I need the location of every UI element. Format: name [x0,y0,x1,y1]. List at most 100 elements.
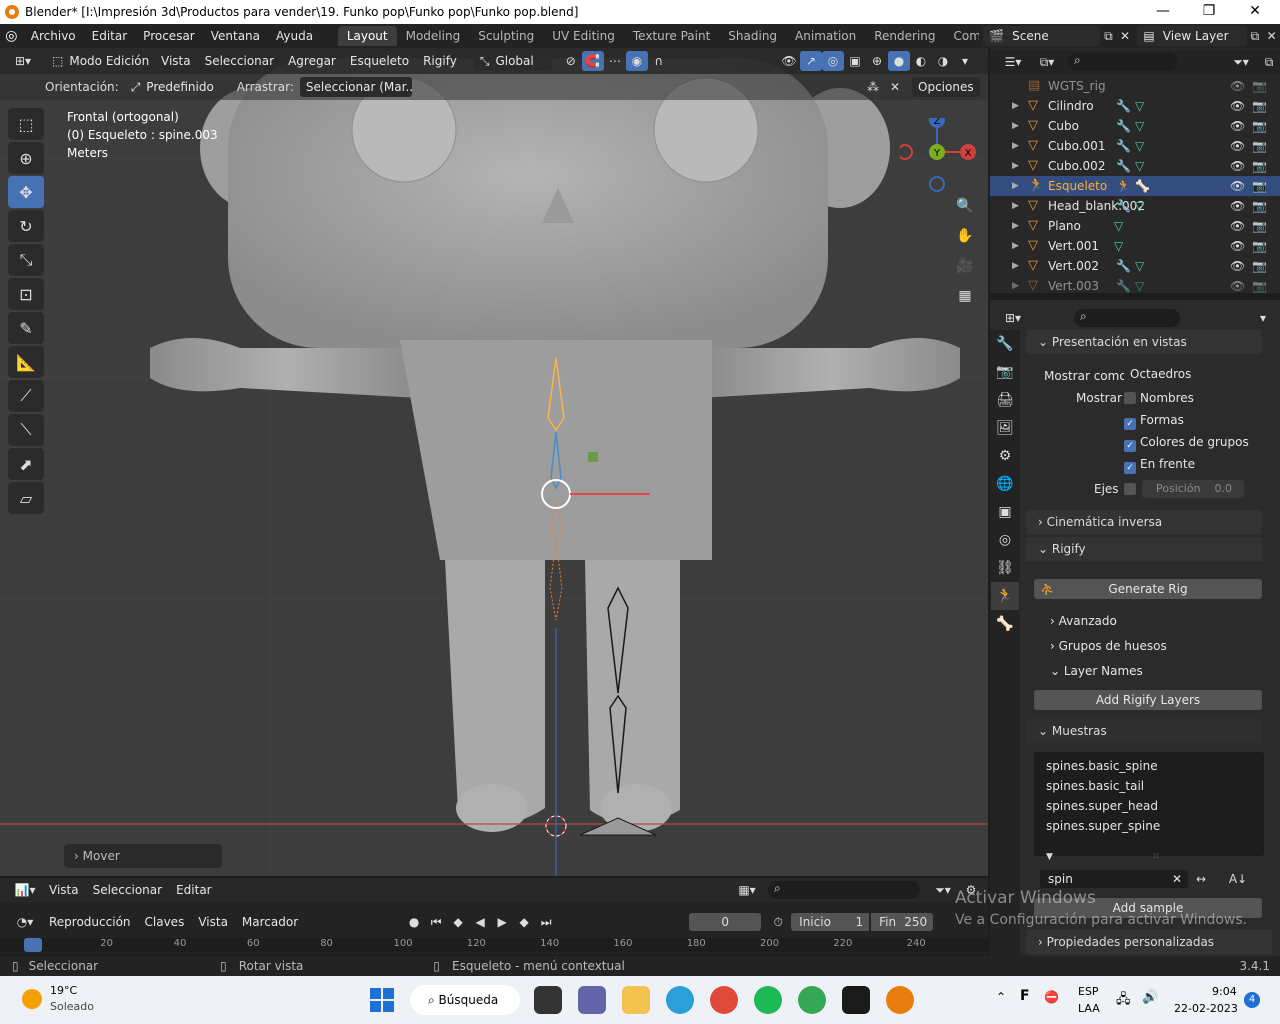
last-operator-panel[interactable]: › Mover [64,844,222,868]
timeline-view-menu[interactable]: Vista [191,915,235,929]
weather-temp[interactable]: 19°C [50,984,77,997]
object-data-icon[interactable]: ▽ [1135,99,1144,113]
sample-item[interactable]: spines.super_head [1034,796,1264,816]
options-dropdown[interactable]: Opciones [912,77,980,97]
tab-rendering[interactable]: Rendering [865,26,944,46]
menu-rigify[interactable]: Rigify [416,54,464,68]
render-camera-icon[interactable]: 📷 [1252,99,1267,113]
play-icon[interactable]: ▶ [491,912,513,932]
editor-type-icon[interactable]: ⊞▾ [6,51,40,71]
outliner-item[interactable]: ▶ ▽ Cubo 🔧 ▽ 👁 📷 [990,116,1280,136]
object-data-icon[interactable]: ▽ [1114,239,1123,253]
material-shading-icon[interactable]: ◐ [910,51,932,71]
expand-arrow-icon[interactable]: ▶ [1012,121,1028,131]
object-data-icon[interactable]: ▽ [1135,139,1144,153]
playhead[interactable] [24,938,42,952]
timeline-menu-editar[interactable]: Editar [169,883,219,897]
outliner-item[interactable]: ▶ ▽ Cilindro 🔧 ▽ 👁 📷 [990,96,1280,116]
object-data-icon[interactable]: 🦴 [1135,179,1150,193]
list-expand-icon[interactable]: ▼ [1046,852,1053,862]
pivot-point-icon[interactable]: ⊘ [560,51,582,71]
render-camera-icon[interactable]: 📷 [1252,279,1267,293]
jump-start-icon[interactable]: ⏮ [425,912,447,932]
move-region-icon[interactable]: ⁂ [862,77,884,97]
tray-chevron-icon[interactable]: ⌃ [996,990,1006,1004]
expand-arrow-icon[interactable]: ▶ [1012,181,1028,191]
custom-props-header[interactable]: › Propiedades personalizadas [1026,930,1272,954]
object-data-icon[interactable]: ▽ [1135,159,1144,173]
view-layer-tab-icon[interactable]: 🖼 [991,414,1019,442]
tool-tab-icon[interactable]: 🔧 [991,330,1019,358]
menu-esqueleto[interactable]: Esqueleto [343,54,416,68]
group-colors-checkbox[interactable]: ✓ Colores de grupos [1124,433,1249,452]
tab-modeling[interactable]: Modeling [397,26,470,46]
frame-ruler[interactable]: 020406080100120140160180200220240 [0,938,988,952]
wireframe-shading-icon[interactable]: ⊕ [866,51,888,71]
language-bottom[interactable]: LAA [1078,1002,1100,1015]
render-camera-icon[interactable]: 📷 [1252,159,1267,173]
render-camera-icon[interactable]: 📷 [1252,179,1267,193]
marker-menu[interactable]: Marcador [235,915,305,929]
timeline-editor-icon[interactable]: ◔▾ [8,912,42,932]
timeline-filter-icon[interactable]: ⏷▾ [926,880,960,900]
add-sample-button[interactable]: Add sample [1034,898,1262,918]
outliner-item[interactable]: ▶ ▽ Vert.003 🔧 ▽ 👁 📷 [990,276,1280,296]
new-scene-icon[interactable]: ⧉ [1100,26,1117,46]
object-data-icon[interactable]: ▽ [1114,219,1123,233]
solid-shading-icon[interactable]: ● [888,51,910,71]
visibility-icon[interactable]: 👁 [778,51,800,71]
snap-target-icon[interactable]: ⋯ [604,51,626,71]
weather-sun-icon[interactable] [22,989,42,1009]
ortho-grid-icon[interactable]: ▦ [953,284,977,308]
chrome-icon[interactable] [710,986,738,1014]
task-view-icon[interactable] [534,986,562,1014]
tab-compositing[interactable]: Compo [945,26,980,46]
snap-icon[interactable]: 🧲 [581,51,604,71]
constraints-tab-icon[interactable]: ⛓ [991,554,1019,582]
sample-item[interactable]: spines.super_spine [1034,816,1264,836]
render-camera-icon[interactable]: 📷 [1252,79,1267,93]
new-view-layer-icon[interactable]: ⧉ [1247,26,1264,46]
menu-agregar[interactable]: Agregar [281,54,343,68]
3d-viewport[interactable]: ⊞▾ ⬚ Modo Edición Vista Seleccionar Agreg… [0,48,988,876]
keys-dropdown[interactable]: Claves [138,915,192,929]
drag-selector[interactable]: Seleccionar (Mar... [299,77,412,97]
clear-filter-icon[interactable]: ✕ [1172,870,1182,888]
axes-position-field[interactable]: Posición 0.0 [1142,480,1244,498]
menu-procesar[interactable]: Procesar [135,29,203,43]
prev-keyframe-icon[interactable]: ◆ [447,912,469,932]
close-button[interactable]: ✕ [1232,0,1278,24]
viewport-display-header[interactable]: ⌄ Presentación en vistas [1026,330,1262,354]
properties-options-icon[interactable]: ▾ [1252,308,1274,328]
weather-text[interactable]: Soleado [50,1000,94,1013]
tab-shading[interactable]: Shading [719,26,786,46]
eye-icon[interactable]: 👁 [1230,179,1245,193]
expand-arrow-icon[interactable]: ▶ [1012,241,1028,251]
outliner-search-input[interactable]: ⌕ [1068,53,1178,71]
minimize-button[interactable]: — [1140,0,1186,24]
modifier-icon[interactable]: 🔧 [1116,259,1131,273]
tab-uv-editing[interactable]: UV Editing [543,26,624,46]
tray-security-icon[interactable]: ⛔ [1044,990,1059,1004]
measure-tool-icon[interactable]: 📐 [8,346,44,378]
render-camera-icon[interactable]: 📷 [1252,259,1267,273]
tab-sculpting[interactable]: Sculpting [469,26,543,46]
render-camera-icon[interactable]: 📷 [1252,119,1267,133]
camera-icon[interactable]: 🎥 [953,254,977,278]
outliner-editor-icon[interactable]: ☰▾ [996,52,1030,72]
clock-time[interactable]: 9:04 [1212,985,1237,998]
graph-editor-icon[interactable]: 📊▾ [8,880,42,900]
outliner-item[interactable]: ▶ ▽ Plano ▽ 👁 📷 [990,216,1280,236]
transform-orientation-selector[interactable]: ⤡ Global [473,51,552,71]
sample-filter-input[interactable]: spin ✕ [1040,870,1188,888]
current-frame-field[interactable]: 0 [689,913,762,931]
timeline-menu-seleccionar[interactable]: Seleccionar [86,883,169,897]
tab-layout[interactable]: Layout [337,26,397,46]
xray-icon[interactable]: ▣ [844,51,866,71]
network-icon[interactable]: 🖧 [1116,990,1131,1012]
clock-date[interactable]: 22-02-2023 [1174,1002,1238,1015]
expand-arrow-icon[interactable]: ▶ [1012,281,1028,291]
output-tab-icon[interactable]: 🖨 [991,386,1019,414]
advanced-subpanel[interactable]: › Avanzado [1050,612,1117,630]
delete-view-layer-icon[interactable]: ✕ [1263,26,1280,46]
